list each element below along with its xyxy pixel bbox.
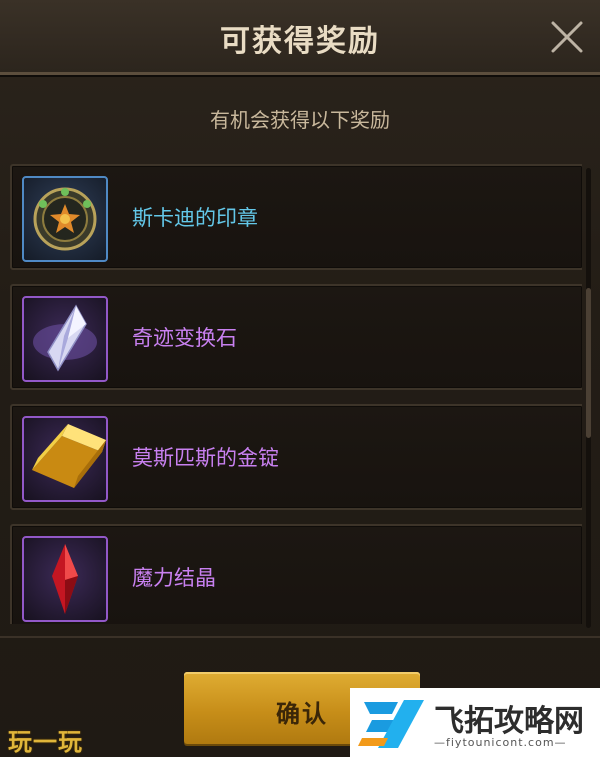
reward-name: 魔力结晶 (132, 566, 216, 590)
site-name: 飞拓攻略网 (434, 704, 584, 739)
reward-item: 魔力结晶 (10, 524, 582, 624)
gold-ingot-icon (22, 416, 108, 502)
dialog-title: 可获得奖励 (220, 24, 380, 59)
seal-emblem-icon (22, 176, 108, 262)
watermark-right: 飞拓攻略网 —fiytounicont.com— (350, 688, 600, 757)
reward-item: 斯卡迪的印章 (10, 164, 582, 270)
scrollbar-thumb[interactable] (586, 288, 591, 438)
reward-list-scrollbar[interactable] (586, 168, 591, 628)
red-crystal-icon (22, 536, 108, 622)
reward-name: 奇迹变换石 (132, 326, 237, 350)
watermark-left: 玩一玩 (8, 728, 83, 756)
dialog-header: 可获得奖励 (0, 0, 600, 75)
dialog-subtitle: 有机会获得以下奖励 (210, 108, 390, 132)
site-logo-icon (358, 700, 424, 748)
reward-dialog: 可获得奖励 有机会获得以下奖励 斯卡迪的印章 奇迹变换石 莫斯匹斯的金锭 魔力结… (0, 0, 600, 757)
site-url: —fiytounicont.com— (434, 736, 567, 749)
close-icon[interactable] (548, 18, 586, 56)
reward-name: 莫斯匹斯的金锭 (132, 446, 279, 470)
reward-item: 莫斯匹斯的金锭 (10, 404, 582, 510)
reward-name: 斯卡迪的印章 (132, 206, 258, 230)
reward-list[interactable]: 斯卡迪的印章 奇迹变换石 莫斯匹斯的金锭 魔力结晶 (10, 164, 582, 624)
footer-divider (0, 636, 600, 638)
reward-item: 奇迹变换石 (10, 284, 582, 390)
crystal-stone-icon (22, 296, 108, 382)
